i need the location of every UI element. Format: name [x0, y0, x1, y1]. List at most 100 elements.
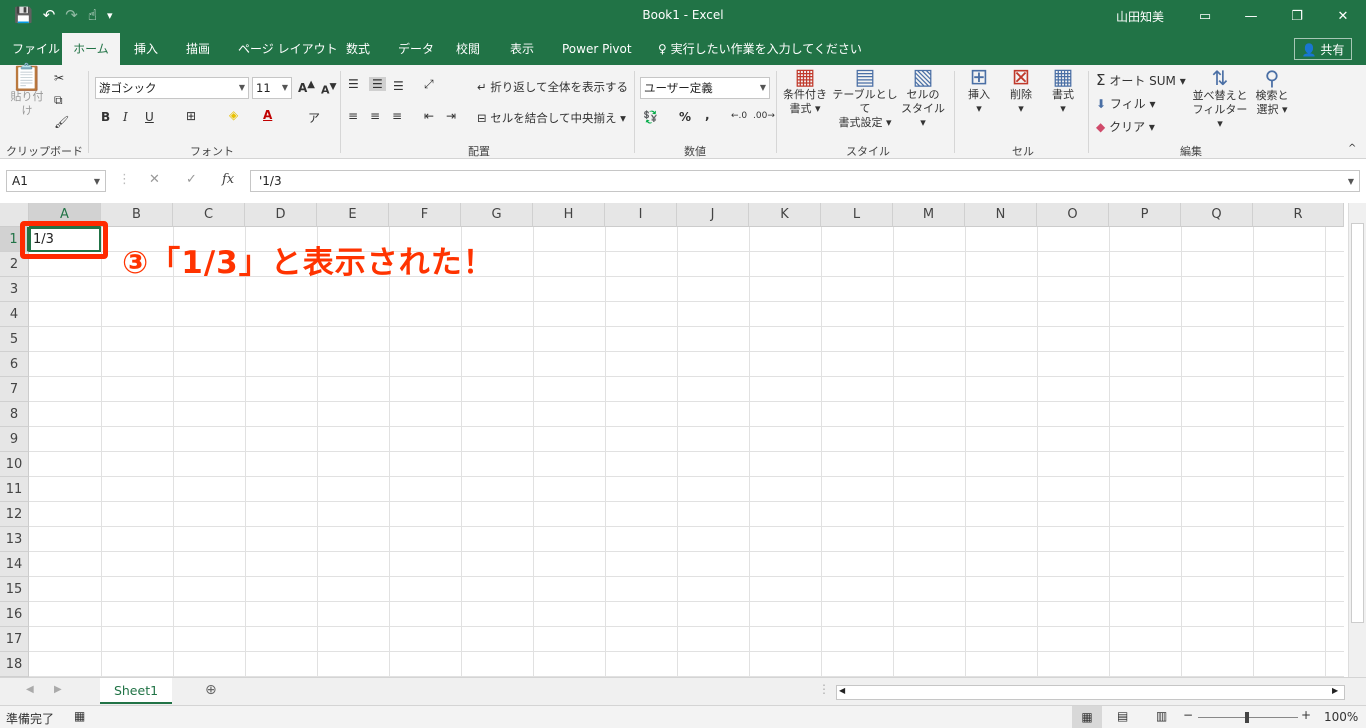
wrap-text-button[interactable]: ↵ 折り返して全体を表示する [477, 79, 628, 95]
cell-styles-button[interactable]: ▧ セルの スタイル ▾ [898, 67, 948, 130]
collapse-ribbon-icon[interactable]: ^ [1348, 143, 1356, 154]
row-header[interactable]: 14 [0, 552, 29, 577]
column-header[interactable]: P [1109, 203, 1181, 227]
autosum-button[interactable]: Σ オート SUM ▾ [1096, 71, 1186, 89]
column-header[interactable]: F [389, 203, 461, 227]
tab-data[interactable]: データ [388, 33, 444, 65]
worksheet-grid[interactable]: A B C D E F G H I J K L M N O P Q R 1 2 3 4 5 6 7 8 9 10 11 12 13 14 15 1… [0, 203, 1366, 677]
column-header[interactable]: J [677, 203, 749, 227]
format-as-table-button[interactable]: ▤ テーブルとして 書式設定 ▾ [830, 67, 900, 130]
currency-icon[interactable]: 💱 [643, 110, 658, 124]
column-header[interactable]: R [1253, 203, 1344, 227]
increase-indent-icon[interactable]: ⇥ [446, 109, 456, 123]
share-button[interactable]: 👤 共有 [1294, 38, 1352, 60]
italic-button[interactable]: I [123, 110, 128, 124]
cut-icon[interactable]: ✂ [54, 71, 64, 85]
increase-decimal-icon[interactable]: ←.0 [731, 111, 747, 121]
row-header[interactable]: 9 [0, 427, 29, 452]
percent-button[interactable]: % [679, 110, 691, 124]
row-header[interactable]: 11 [0, 477, 29, 502]
scroll-left-icon[interactable]: ◀ [839, 686, 845, 695]
scroll-right-icon[interactable]: ▶ [1332, 686, 1338, 695]
decrease-decimal-icon[interactable]: .00→ [753, 111, 775, 121]
font-color-icon[interactable]: A [263, 108, 272, 122]
decrease-indent-icon[interactable]: ⇤ [424, 109, 434, 123]
row-header[interactable]: 4 [0, 302, 29, 327]
prev-sheet-icon[interactable]: ◀ [26, 684, 34, 695]
close-icon[interactable]: ✕ [1320, 9, 1366, 24]
tab-review[interactable]: 校閲 [446, 33, 490, 65]
add-sheet-icon[interactable]: ⊕ [205, 682, 217, 698]
align-center-icon[interactable]: ≡ [370, 109, 380, 123]
column-header[interactable]: H [533, 203, 605, 227]
column-header[interactable]: E [317, 203, 389, 227]
zoom-in-icon[interactable]: + [1301, 708, 1311, 722]
horizontal-scrollbar[interactable]: ◀ ▶ [836, 685, 1345, 700]
vertical-scroll-thumb[interactable] [1351, 223, 1364, 623]
bold-button[interactable]: B [101, 110, 110, 124]
minimize-icon[interactable]: — [1228, 9, 1274, 24]
underline-button[interactable]: U [145, 110, 154, 124]
sort-filter-button[interactable]: ⇅ 並べ替えと フィルター ▾ [1192, 68, 1248, 131]
tab-formulas[interactable]: 数式 [336, 33, 380, 65]
insert-function-icon[interactable]: fx [222, 172, 234, 187]
cancel-icon[interactable]: ✕ [149, 172, 160, 187]
column-header[interactable]: N [965, 203, 1037, 227]
paste-button[interactable]: 📋 貼り付け [6, 65, 48, 118]
number-format-select[interactable]: ユーザー定義 ▼ [640, 77, 770, 99]
row-header[interactable]: 18 [0, 652, 29, 677]
column-header[interactable]: Q [1181, 203, 1253, 227]
copy-icon[interactable]: ⧉ [54, 93, 63, 108]
tab-file[interactable]: ファイル [2, 33, 70, 65]
shrink-font-icon[interactable]: A▼ [321, 81, 337, 97]
row-header[interactable]: 5 [0, 327, 29, 352]
zoom-slider-thumb[interactable] [1245, 712, 1249, 723]
normal-view-icon[interactable]: ▦ [1072, 706, 1102, 728]
zoom-out-icon[interactable]: − [1183, 708, 1193, 722]
fill-button[interactable]: ⬇ フィル ▾ [1096, 95, 1156, 112]
column-header[interactable]: G [461, 203, 533, 227]
ribbon-display-options-icon[interactable]: ▭ [1182, 9, 1228, 24]
page-break-view-icon[interactable]: ▥ [1156, 709, 1167, 723]
align-bottom-icon[interactable]: ☰ [393, 79, 404, 93]
column-header[interactable]: I [605, 203, 677, 227]
tab-insert[interactable]: 挿入 [124, 33, 168, 65]
restore-icon[interactable]: ❐ [1274, 9, 1320, 24]
sheet-tab-sheet1[interactable]: Sheet1 [100, 678, 172, 704]
user-name[interactable]: 山田知美 [1116, 8, 1164, 25]
comma-button[interactable]: , [705, 108, 710, 122]
row-header[interactable]: 13 [0, 527, 29, 552]
column-header[interactable]: M [893, 203, 965, 227]
format-painter-icon[interactable]: 🖌 [54, 115, 69, 129]
enter-icon[interactable]: ✓ [186, 172, 197, 187]
page-layout-view-icon[interactable]: ▤ [1117, 709, 1128, 723]
row-header[interactable]: 6 [0, 352, 29, 377]
column-header[interactable]: D [245, 203, 317, 227]
format-cells-button[interactable]: ▦ 書式 ▾ [1044, 67, 1082, 116]
row-header[interactable]: 3 [0, 277, 29, 302]
row-header[interactable]: 17 [0, 627, 29, 652]
macro-record-icon[interactable]: ▦ [74, 709, 85, 723]
row-header[interactable]: 15 [0, 577, 29, 602]
tab-page-layout[interactable]: ページ レイアウト [228, 33, 348, 65]
tab-view[interactable]: 表示 [500, 33, 544, 65]
column-header[interactable]: C [173, 203, 245, 227]
font-size-select[interactable]: 11 ▼ [252, 77, 292, 99]
phonetic-icon[interactable]: ア [308, 109, 320, 126]
find-select-button[interactable]: ⚲ 検索と 選択 ▾ [1252, 68, 1292, 117]
conditional-format-button[interactable]: ▦ 条件付き 書式 ▾ [780, 67, 830, 116]
align-right-icon[interactable]: ≡ [392, 109, 402, 123]
column-header[interactable]: K [749, 203, 821, 227]
tab-draw[interactable]: 描画 [176, 33, 220, 65]
column-header[interactable]: B [101, 203, 173, 227]
row-header[interactable]: 16 [0, 602, 29, 627]
column-header[interactable]: O [1037, 203, 1109, 227]
merge-center-button[interactable]: ⊟ セルを結合して中央揃え ▾ [477, 110, 626, 126]
align-top-icon[interactable]: ☰ [348, 77, 359, 91]
fill-color-icon[interactable]: ◈ [229, 108, 238, 122]
row-header[interactable]: 10 [0, 452, 29, 477]
name-box[interactable]: A1 ▼ [6, 170, 106, 192]
align-left-icon[interactable]: ≡ [348, 109, 358, 123]
next-sheet-icon[interactable]: ▶ [54, 684, 62, 695]
clear-button[interactable]: ◆ クリア ▾ [1096, 118, 1155, 135]
